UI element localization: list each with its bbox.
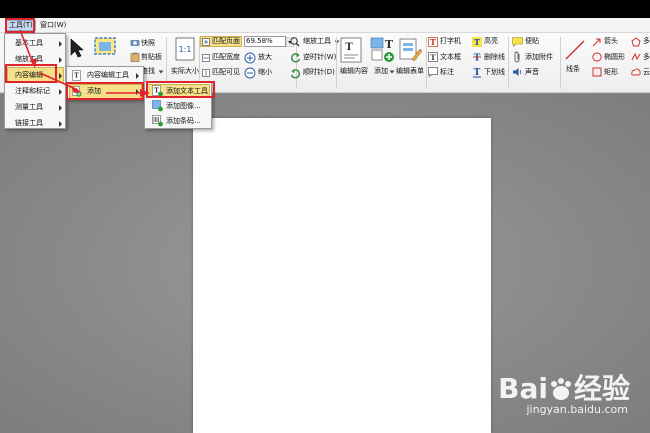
watermark-brand-left: Bai bbox=[498, 372, 548, 405]
paw-logo-icon bbox=[550, 378, 571, 400]
watermark-brand: Bai 经验 bbox=[498, 367, 630, 407]
watermark-brand-right: 经验 bbox=[573, 372, 630, 405]
watermark-url: jingyan.baidu.com bbox=[526, 403, 628, 416]
